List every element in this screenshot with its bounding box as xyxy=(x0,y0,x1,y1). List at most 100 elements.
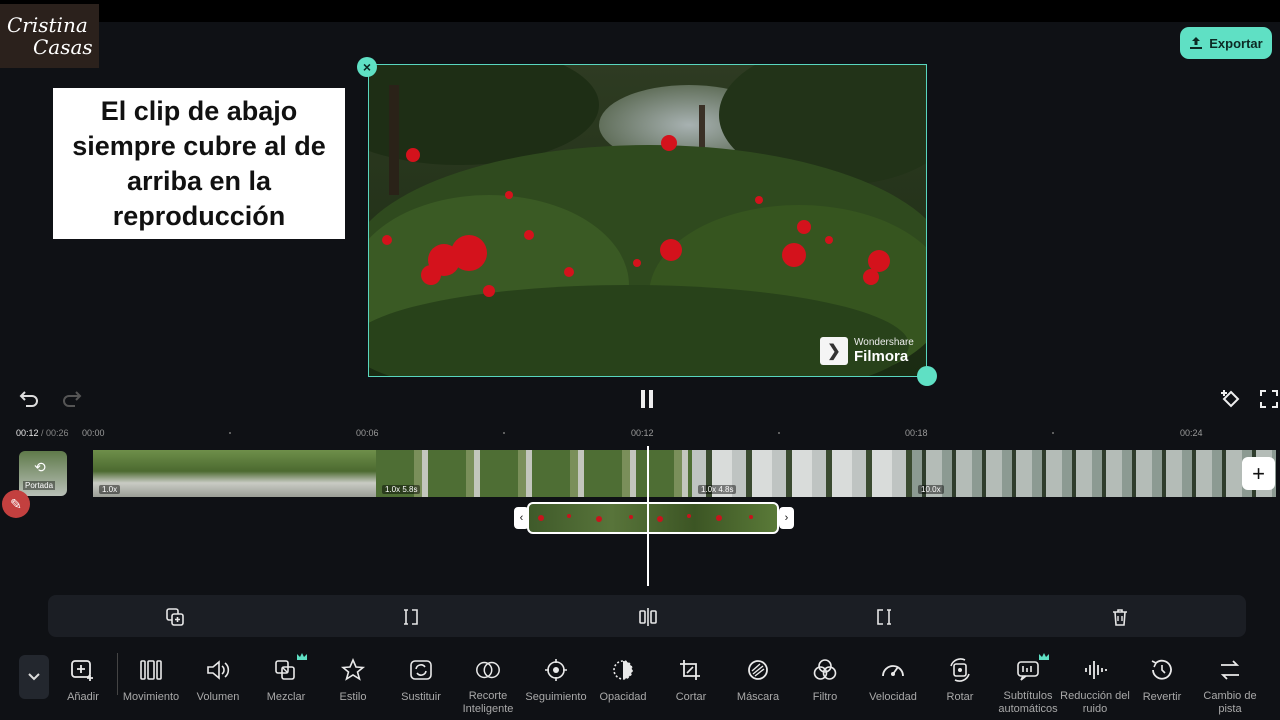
duplicate-icon[interactable] xyxy=(164,606,186,628)
tool-label: Cortar xyxy=(675,691,707,703)
add-media-icon xyxy=(69,656,97,684)
tool-filter[interactable]: Filtro xyxy=(789,656,861,716)
tool-auto-captions[interactable]: Subtítulos automáticos xyxy=(992,653,1064,716)
timeline-clip[interactable]: 1.0x xyxy=(93,450,376,497)
denoise-icon xyxy=(1081,656,1109,683)
tool-mask[interactable]: Máscara xyxy=(722,656,794,716)
undo-icon[interactable] xyxy=(17,387,41,409)
trim-end-icon[interactable] xyxy=(873,606,895,628)
trim-start-icon[interactable] xyxy=(400,606,422,628)
fullscreen-icon[interactable] xyxy=(1258,388,1280,410)
volume-icon xyxy=(204,656,232,684)
tool-label: Movimiento xyxy=(122,691,180,703)
tool-volume[interactable]: Volumen xyxy=(182,656,254,716)
split-icon[interactable] xyxy=(637,606,659,628)
trim-left-handle[interactable]: ‹ xyxy=(514,507,529,529)
keyframe-icon[interactable] xyxy=(1219,387,1243,411)
ruler-tick: 00:24 xyxy=(1180,428,1203,438)
export-button[interactable]: Exportar xyxy=(1180,27,1272,59)
watermark-line1: Cristina xyxy=(7,13,88,37)
brand-top: Wondershare xyxy=(854,337,914,348)
tool-replace[interactable]: Sustituir xyxy=(385,656,457,716)
tool-add-media[interactable]: Añadir xyxy=(47,656,119,716)
trim-right-handle[interactable]: › xyxy=(779,507,794,529)
tool-label: Opacidad xyxy=(599,691,647,703)
style-icon xyxy=(339,656,367,684)
tool-smart-cutout[interactable]: Recorte Inteligente xyxy=(452,656,524,716)
tool-rotate[interactable]: Rotar xyxy=(924,656,996,716)
tool-crop[interactable]: Cortar xyxy=(655,656,727,716)
tool-label: Cambio de pista xyxy=(1203,690,1257,715)
switch-track-icon xyxy=(1216,656,1244,683)
video-preview[interactable] xyxy=(368,64,927,377)
time-total: / 00:26 xyxy=(38,428,69,438)
ruler-dot xyxy=(503,432,505,434)
motion-icon xyxy=(137,656,165,684)
resize-handle[interactable] xyxy=(917,366,937,386)
tool-label: Mezclar xyxy=(266,691,306,703)
clip-speed-badge: 1.0x 5.8s xyxy=(382,485,421,494)
reverse-icon xyxy=(1148,656,1176,684)
ruler-dot xyxy=(1052,432,1054,434)
playhead[interactable] xyxy=(647,446,649,586)
delete-icon[interactable] xyxy=(1109,606,1131,628)
filter-icon xyxy=(811,656,839,684)
cover-label: Portada xyxy=(23,481,56,490)
ruler-tick: 00:12 xyxy=(631,428,654,438)
annotation-callout: El clip de abajo siempre cubre al de arr… xyxy=(53,88,345,239)
tool-label: Subtítulos automáticos xyxy=(998,690,1058,715)
preview-frame-image xyxy=(369,65,926,376)
channel-watermark: Cristina Casas xyxy=(0,4,99,68)
tool-motion[interactable]: Movimiento xyxy=(115,656,187,716)
filmora-watermark: ❯ Wondershare Filmora xyxy=(820,333,920,369)
overlay-clip-selected[interactable] xyxy=(527,502,779,534)
edit-pencil-icon[interactable]: ✎ xyxy=(2,490,30,518)
ruler-tick: 00:00 xyxy=(82,428,105,438)
tool-label: Filtro xyxy=(812,691,838,703)
timeline-clip[interactable]: 1.0x 4.8s xyxy=(692,450,912,497)
timeline-clip[interactable]: 10.0x xyxy=(912,450,1276,497)
tool-label: Estilo xyxy=(339,691,367,703)
delete-handle-icon[interactable]: × xyxy=(357,57,377,77)
speed-icon xyxy=(879,656,907,684)
tool-blend[interactable]: Mezclar xyxy=(250,653,322,716)
tool-label: Añadir xyxy=(67,691,99,703)
brand-bottom: Filmora xyxy=(854,348,909,365)
mask-icon xyxy=(744,656,772,684)
callout-text: El clip de abajo siempre cubre al de arr… xyxy=(72,95,326,231)
tool-label: Máscara xyxy=(736,691,780,703)
tool-opacity[interactable]: Opacidad xyxy=(587,656,659,716)
clip-speed-badge: 1.0x 4.8s xyxy=(698,485,737,494)
tool-reverse[interactable]: Revertir xyxy=(1126,656,1198,716)
premium-crown-icon xyxy=(1039,653,1049,660)
filmora-logo-icon: ❯ xyxy=(820,337,848,365)
tool-switch-track[interactable]: Cambio de pista xyxy=(1194,656,1266,716)
upload-icon xyxy=(1190,37,1203,49)
collapse-toolbar-button[interactable] xyxy=(19,655,49,699)
ruler-tick: 00:06 xyxy=(356,428,379,438)
refresh-icon: ⟲ xyxy=(34,459,46,475)
tool-tracking[interactable]: Seguimiento xyxy=(520,656,592,716)
timecode: 00:12 / 00:26 xyxy=(16,428,69,438)
opacity-icon xyxy=(609,656,637,684)
overlay-clip-thumbnails xyxy=(538,514,753,522)
auto-captions-icon xyxy=(1014,653,1049,683)
tool-label: Sustituir xyxy=(401,691,441,703)
rotate-icon xyxy=(946,656,974,684)
cover-thumbnail[interactable]: ⟲ Portada xyxy=(19,451,67,496)
tool-label: Recorte Inteligente xyxy=(462,690,514,715)
ruler-dot xyxy=(229,432,231,434)
redo-icon[interactable] xyxy=(60,387,84,409)
add-clip-button[interactable]: + xyxy=(1242,457,1275,490)
tool-style[interactable]: Estilo xyxy=(317,656,389,716)
premium-crown-icon xyxy=(297,653,307,660)
pause-icon[interactable] xyxy=(636,388,658,410)
ruler-tick: 00:18 xyxy=(905,428,928,438)
tool-denoise[interactable]: Reducción del ruido xyxy=(1059,656,1131,716)
timeline-clip[interactable]: 1.0x 5.8s xyxy=(376,450,692,497)
clip-speed-badge: 1.0x xyxy=(99,485,121,494)
time-current: 00:12 xyxy=(16,428,39,438)
tool-label: Rotar xyxy=(946,691,974,703)
tool-label: Reducción del ruido xyxy=(1060,690,1130,715)
tool-speed[interactable]: Velocidad xyxy=(857,656,929,716)
